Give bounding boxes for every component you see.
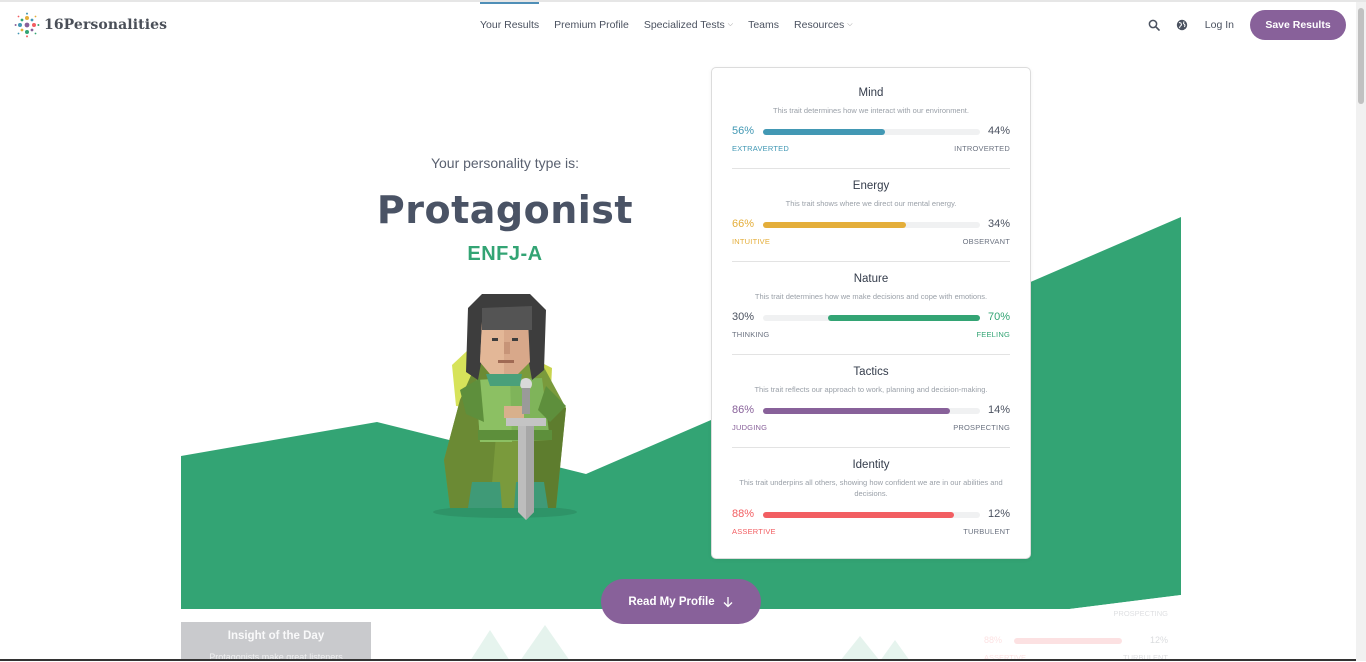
trait-bar-row: 88% 12% bbox=[732, 508, 1010, 522]
trait-right-label: OBSERVANT bbox=[962, 237, 1010, 246]
trait-bar-track bbox=[763, 315, 980, 321]
trait-bar-fill bbox=[828, 315, 980, 321]
trait-right-percent: 14% bbox=[987, 404, 1010, 416]
trait-title: Nature bbox=[853, 273, 889, 285]
trait-nature[interactable]: Nature This trait determines how we make … bbox=[732, 273, 1010, 342]
trait-bar-row: 86% 14% bbox=[732, 404, 1010, 418]
trait-right-percent: 44% bbox=[987, 125, 1010, 137]
trait-bar-fill bbox=[763, 222, 907, 228]
trait-right-label: PROSPECTING bbox=[953, 423, 1010, 432]
trait-title: Mind bbox=[858, 87, 884, 99]
trait-right-percent: 70% bbox=[987, 311, 1010, 323]
read-my-profile-label: Read My Profile bbox=[628, 595, 715, 608]
trait-labels-row: ASSERTIVE TURBULENT bbox=[732, 527, 1010, 539]
trait-identity[interactable]: Identity This trait underpins all others,… bbox=[732, 459, 1010, 539]
faded-traits-preview: PROSPECTING 88% 12% ASSERTIVE TURBULENT bbox=[970, 604, 1182, 662]
nav-your-results[interactable]: Your Results bbox=[480, 2, 540, 48]
protagonist-avatar-illustration bbox=[433, 294, 577, 520]
trait-title: Tactics bbox=[853, 366, 889, 378]
trait-divider bbox=[732, 261, 1010, 262]
trait-labels-row: JUDGING PROSPECTING bbox=[732, 423, 1010, 435]
trait-left-percent: 30% bbox=[732, 311, 755, 323]
trait-title: Identity bbox=[852, 459, 890, 471]
nav-premium-profile[interactable]: Premium Profile bbox=[554, 2, 629, 48]
trait-left-percent: 86% bbox=[732, 404, 755, 416]
ghost-left-pct: 88% bbox=[984, 635, 1003, 645]
login-link[interactable]: Log In bbox=[1205, 19, 1234, 31]
nav-resources[interactable]: Resources ⌵ bbox=[794, 2, 853, 48]
trait-divider bbox=[732, 168, 1010, 169]
trait-divider bbox=[732, 354, 1010, 355]
trait-bar-row: 30% 70% bbox=[732, 311, 1010, 325]
arrow-down-icon bbox=[723, 596, 733, 607]
trait-right-percent: 12% bbox=[987, 508, 1010, 520]
trait-left-percent: 66% bbox=[732, 218, 755, 230]
nav-specialized-tests-label: Specialized Tests bbox=[643, 19, 725, 31]
trait-labels-row: INTUITIVE OBSERVANT bbox=[732, 237, 1010, 249]
nav-resources-label: Resources bbox=[794, 19, 845, 31]
type-name: Protagonist bbox=[376, 188, 634, 232]
site-header: 16Personalities Your Results Premium Pro… bbox=[0, 2, 1356, 48]
chevron-down-icon: ⌵ bbox=[847, 21, 853, 28]
save-results-button[interactable]: Save Results bbox=[1250, 10, 1346, 40]
trait-description: This trait shows where we direct our men… bbox=[785, 199, 957, 208]
type-intro: Your personality type is: bbox=[430, 155, 580, 171]
ghost-right-pct: 12% bbox=[1149, 635, 1168, 645]
logo-mark-icon bbox=[14, 12, 40, 38]
page-scrollbar[interactable] bbox=[1356, 2, 1366, 661]
trait-divider bbox=[732, 447, 1010, 448]
trait-bar-track bbox=[763, 512, 980, 518]
trait-bar-fill bbox=[763, 408, 950, 414]
trait-right-label: TURBULENT bbox=[963, 527, 1010, 536]
trait-description: This trait reflects our approach to work… bbox=[754, 385, 988, 394]
read-my-profile-button[interactable]: Read My Profile bbox=[601, 579, 761, 624]
trait-left-label: INTUITIVE bbox=[732, 237, 771, 246]
nav-teams-label: Teams bbox=[748, 19, 780, 31]
insight-title: Insight of the Day bbox=[227, 630, 325, 642]
trait-labels-row: EXTRAVERTED INTROVERTED bbox=[732, 144, 1010, 156]
trait-bar-track bbox=[763, 222, 980, 228]
logo-text: 16Personalities bbox=[44, 17, 168, 33]
traits-card: Mind This trait determines how we interac… bbox=[711, 67, 1031, 559]
trait-left-label: THINKING bbox=[732, 330, 770, 339]
trait-labels-row: THINKING FEELING bbox=[732, 330, 1010, 342]
trait-bar-track bbox=[763, 129, 980, 135]
hero-background bbox=[181, 217, 1181, 661]
trait-bar-row: 56% 44% bbox=[732, 125, 1010, 139]
trait-left-percent: 88% bbox=[732, 508, 755, 520]
header-actions: Log In Save Results bbox=[1145, 2, 1346, 48]
trait-right-percent: 34% bbox=[987, 218, 1010, 230]
trait-description: This trait underpins all others, showing… bbox=[739, 478, 1003, 498]
main-nav: Your Results Premium Profile Specialized… bbox=[480, 2, 868, 48]
nav-specialized-tests[interactable]: Specialized Tests ⌵ bbox=[644, 2, 733, 48]
trait-left-percent: 56% bbox=[732, 125, 755, 137]
ghost-bar bbox=[1014, 638, 1122, 644]
trait-bar-fill bbox=[763, 512, 954, 518]
globe-icon[interactable] bbox=[1173, 16, 1191, 34]
trait-right-label: FEELING bbox=[976, 330, 1010, 339]
trait-left-label: JUDGING bbox=[732, 423, 768, 432]
trait-bar-track bbox=[763, 408, 980, 414]
nav-premium-profile-label: Premium Profile bbox=[554, 19, 629, 31]
nav-your-results-label: Your Results bbox=[480, 19, 540, 31]
chevron-down-icon: ⌵ bbox=[727, 21, 734, 28]
trait-mind[interactable]: Mind This trait determines how we interac… bbox=[732, 87, 1010, 156]
trait-title: Energy bbox=[852, 180, 890, 192]
insight-of-the-day-card[interactable]: Insight of the Day Protagonists make gre… bbox=[181, 622, 371, 662]
trait-right-label: INTROVERTED bbox=[954, 144, 1010, 153]
trait-left-label: EXTRAVERTED bbox=[732, 144, 789, 153]
trait-bar-row: 66% 34% bbox=[732, 218, 1010, 232]
trait-tactics[interactable]: Tactics This trait reflects our approach … bbox=[732, 366, 1010, 435]
trait-description: This trait determines how we interact wi… bbox=[773, 106, 969, 115]
scrollbar-thumb[interactable] bbox=[1358, 8, 1364, 104]
trait-energy[interactable]: Energy This trait shows where we direct o… bbox=[732, 180, 1010, 249]
logo[interactable]: 16Personalities bbox=[14, 10, 167, 40]
ghost-prospecting-label: PROSPECTING bbox=[1113, 609, 1168, 618]
trait-description: This trait determines how we make decisi… bbox=[754, 292, 988, 301]
trait-bar-fill bbox=[763, 129, 885, 135]
type-code: ENFJ-A bbox=[467, 243, 543, 265]
nav-teams[interactable]: Teams bbox=[748, 2, 779, 48]
trait-left-label: ASSERTIVE bbox=[732, 527, 776, 536]
search-icon[interactable] bbox=[1145, 16, 1163, 34]
